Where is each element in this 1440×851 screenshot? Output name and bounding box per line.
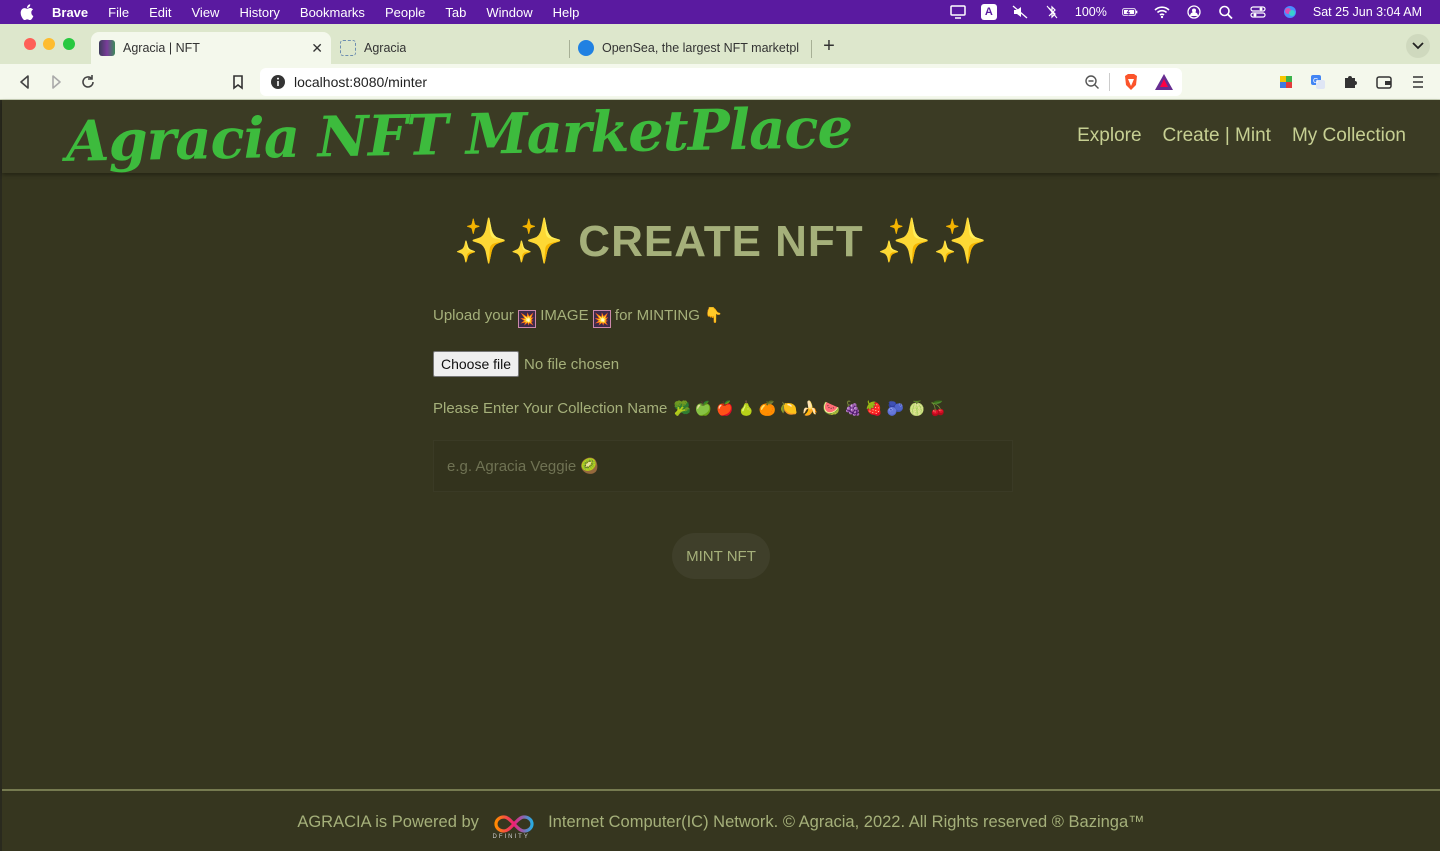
url-text[interactable]: localhost:8080/minter <box>294 74 427 90</box>
brave-shields-icon[interactable] <box>1122 73 1140 91</box>
browser-tab-strip: Agracia | NFT ✕ Agracia OpenSea, the lar… <box>0 24 1440 64</box>
tab-label: OpenSea, the largest NFT marketpl <box>602 41 800 55</box>
file-status-text: No file chosen <box>524 355 620 373</box>
bluetooth-off-icon[interactable] <box>1043 5 1061 19</box>
forward-button[interactable] <box>47 73 65 91</box>
menu-view[interactable]: View <box>192 5 220 20</box>
bookmark-button[interactable] <box>229 73 247 91</box>
tab-close-icon[interactable]: ✕ <box>311 40 323 57</box>
macos-menu-bar: Brave File Edit View History Bookmarks P… <box>0 0 1440 24</box>
clock[interactable]: Sat 25 Jun 3:04 AM <box>1313 5 1422 19</box>
input-source-icon[interactable]: A <box>980 4 997 20</box>
battery-charging-icon[interactable] <box>1121 5 1139 19</box>
window-close-button[interactable] <box>24 38 36 50</box>
tab-opensea[interactable]: OpenSea, the largest NFT marketpl <box>570 32 810 64</box>
back-arrow-icon <box>20 75 29 89</box>
pointing-down-icon: 👇 <box>704 307 723 324</box>
menu-tab[interactable]: Tab <box>445 5 466 20</box>
address-bar-divider <box>1109 73 1110 91</box>
window-zoom-button[interactable] <box>63 38 75 50</box>
audio-mute-icon[interactable] <box>1011 5 1029 19</box>
menu-file[interactable]: File <box>108 5 129 20</box>
tab-separator <box>811 40 812 58</box>
collection-name-label: Please Enter Your Collection Name 🥦 🍏 🍎 … <box>433 400 947 417</box>
wifi-icon[interactable] <box>1153 5 1171 19</box>
upload-label-image: IMAGE <box>540 307 589 324</box>
forward-arrow-icon <box>52 75 61 89</box>
opensea-favicon-icon <box>578 40 594 56</box>
translate-extension-icon[interactable]: G <box>1309 73 1327 91</box>
back-button[interactable] <box>16 73 34 91</box>
svg-text:G: G <box>1313 78 1318 85</box>
nav-explore[interactable]: Explore <box>1077 125 1141 147</box>
menu-help[interactable]: Help <box>553 5 580 20</box>
footer-prefix: AGRACIA is Powered by <box>297 813 479 831</box>
site-header: Agracia NFT MarketPlace Explore Create |… <box>2 95 1440 175</box>
nav-create-mint[interactable]: Create | Mint <box>1163 125 1271 147</box>
upload-label-prefix: Upload your <box>433 307 514 324</box>
menu-people[interactable]: People <box>385 5 425 20</box>
upload-label: Upload your 💥 IMAGE 💥 for MINTING 👇 <box>433 306 723 328</box>
control-center-icon[interactable] <box>1249 5 1267 19</box>
sparkles-icon: ✨✨ <box>876 217 989 266</box>
web-page: Agracia NFT MarketPlace Explore Create |… <box>2 95 1440 851</box>
reload-button[interactable] <box>79 73 97 91</box>
site-logo[interactable]: Agracia NFT MarketPlace <box>65 95 852 175</box>
dfinity-logo-text: DFINITY <box>492 834 530 840</box>
user-account-icon[interactable] <box>1185 5 1203 19</box>
wallet-icon[interactable] <box>1375 73 1393 91</box>
fruit-emoji-icons: 🥦 🍏 🍎 🍐 🍊 🍋 🍌 🍉 🍇 🍓 🫐 🍈 🍒 <box>673 400 947 416</box>
tab-label: Agracia | NFT <box>123 41 200 55</box>
siri-icon[interactable] <box>1281 5 1299 19</box>
browser-menu-icon[interactable] <box>1409 73 1427 91</box>
menu-bookmarks[interactable]: Bookmarks <box>300 5 365 20</box>
collision-emoji-icon: 💥 <box>592 310 611 328</box>
extension-colorful-icon[interactable] <box>1277 73 1295 91</box>
collection-name-input[interactable] <box>433 440 1013 492</box>
sparkles-icon: ✨✨ <box>453 217 566 266</box>
main-nav: Explore Create | Mint My Collection <box>1077 125 1406 147</box>
upload-label-suffix: for MINTING <box>614 307 700 324</box>
dfinity-logo-icon[interactable]: DFINITY <box>492 813 536 843</box>
browser-toolbar: localhost:8080/minter G <box>0 64 1440 100</box>
window-minimize-button[interactable] <box>43 38 55 50</box>
extensions-puzzle-icon[interactable] <box>1341 73 1359 91</box>
agracia-favicon-icon <box>340 40 356 56</box>
menu-history[interactable]: History <box>239 5 279 20</box>
footer-suffix: Internet Computer(IC) Network. © Agracia… <box>548 813 1145 831</box>
tab-search-button[interactable] <box>1406 34 1430 58</box>
spotlight-search-icon[interactable] <box>1217 5 1235 19</box>
reload-icon <box>82 75 94 88</box>
collision-emoji-icon: 💥 <box>518 310 537 328</box>
menu-window[interactable]: Window <box>486 5 532 20</box>
menu-edit[interactable]: Edit <box>149 5 171 20</box>
new-tab-button[interactable]: + <box>818 36 840 58</box>
choose-file-button[interactable]: Choose file <box>433 351 520 377</box>
battery-percent: 100% <box>1074 5 1107 19</box>
nav-my-collection[interactable]: My Collection <box>1292 125 1406 147</box>
display-icon[interactable] <box>949 5 967 19</box>
zoom-out-icon[interactable] <box>1084 74 1100 90</box>
address-bar[interactable]: localhost:8080/minter <box>260 68 1182 96</box>
agracia-favicon-icon <box>99 40 115 56</box>
tab-agracia-nft[interactable]: Agracia | NFT ✕ <box>91 32 331 64</box>
collection-name-label-text: Please Enter Your Collection Name <box>433 400 668 417</box>
footer-text: AGRACIA is Powered by DFINITY Internet C… <box>2 813 1440 843</box>
tab-agracia[interactable]: Agracia <box>332 32 568 64</box>
mint-nft-button[interactable]: MINT NFT <box>672 533 770 579</box>
site-info-icon[interactable] <box>270 74 286 90</box>
apple-logo-icon[interactable] <box>20 4 34 20</box>
chevron-down-icon <box>1412 42 1424 50</box>
brave-rewards-icon[interactable] <box>1154 73 1174 91</box>
bookmark-icon <box>233 75 243 90</box>
page-title-text: CREATE NFT <box>578 217 864 266</box>
page-title: ✨✨ CREATE NFT ✨✨ <box>2 215 1440 267</box>
tab-label: Agracia <box>364 41 407 55</box>
site-footer: AGRACIA is Powered by DFINITY Internet C… <box>2 789 1440 851</box>
file-input[interactable]: Choose file No file chosen <box>433 351 619 377</box>
menu-app-name[interactable]: Brave <box>52 5 88 20</box>
